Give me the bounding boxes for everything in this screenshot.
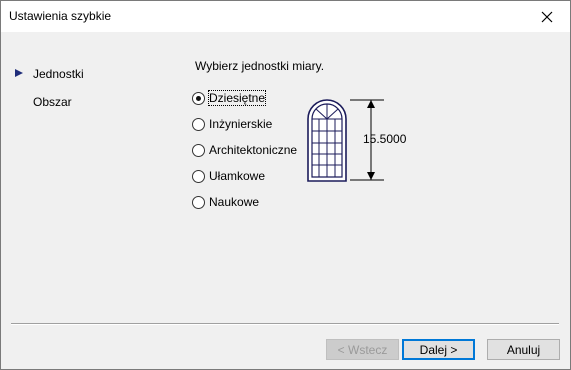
dialog-title: Ustawienia szybkie [9, 9, 112, 23]
close-icon [541, 11, 553, 22]
units-prompt: Wybierz jednostki miary. [195, 59, 325, 73]
close-button[interactable] [524, 1, 570, 32]
separator [11, 323, 559, 325]
radio-button[interactable] [192, 170, 205, 183]
radio-label: Ułamkowe [209, 169, 266, 183]
dimension-value: 15.5000 [363, 132, 407, 146]
cancel-button[interactable]: Anuluj [487, 339, 560, 360]
back-button[interactable]: < Wstecz [326, 339, 399, 360]
next-button[interactable]: Dalej > [402, 339, 475, 360]
radio-label: Inżynierskie [209, 117, 273, 131]
radio-button[interactable] [192, 144, 205, 157]
title-bar: Ustawienia szybkie [1, 1, 570, 32]
nav-item-label: Obszar [33, 95, 72, 109]
radio-label: Dziesiętne [207, 90, 267, 106]
radio-label: Architektoniczne [209, 143, 298, 157]
radio-button-checked[interactable] [192, 92, 205, 105]
current-step-arrow-icon [15, 69, 23, 77]
radio-button[interactable] [192, 196, 205, 209]
radio-label: Naukowe [209, 195, 260, 209]
quick-setup-dialog: Ustawienia szybkie Jednostki Obszar Wybi… [0, 0, 571, 370]
radio-button[interactable] [192, 118, 205, 131]
nav-item-label: Jednostki [33, 67, 84, 81]
